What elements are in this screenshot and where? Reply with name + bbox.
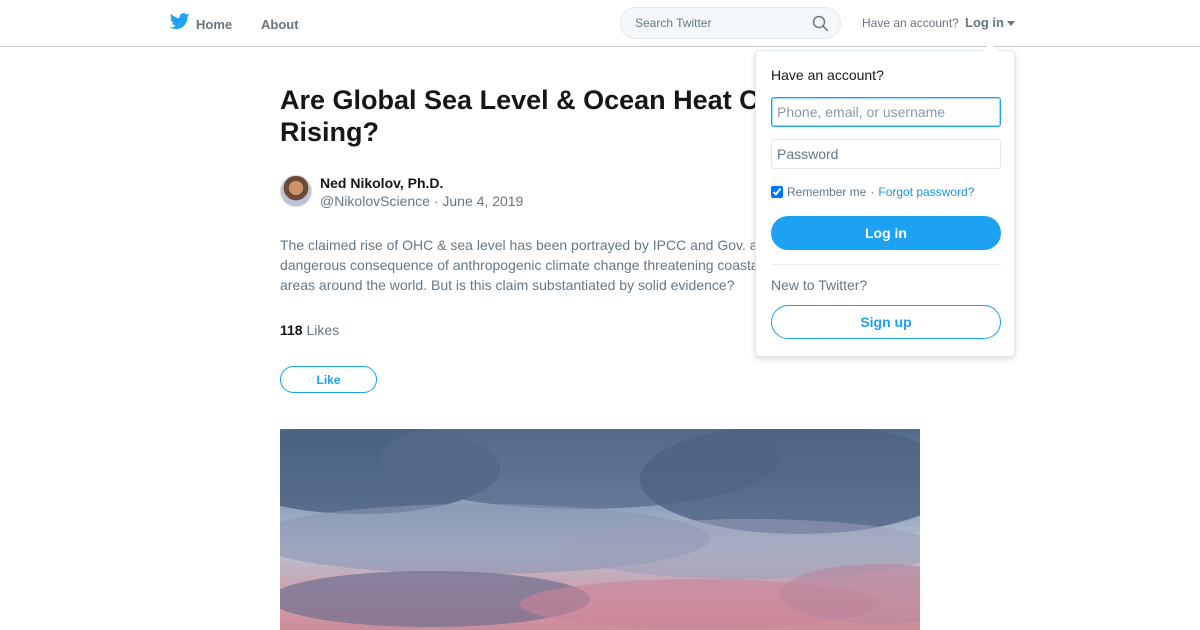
author-block: Ned Nikolov, Ph.D. @NikolovScience · Jun… — [280, 175, 523, 209]
login-dropdown: Have an account? Remember me · Forgot pa… — [755, 43, 1015, 357]
forgot-password-link[interactable]: Forgot password? — [878, 185, 974, 199]
nav-home-label: Home — [196, 16, 233, 32]
login-menu-label: Log in — [965, 15, 1004, 30]
remember-me-label[interactable]: Remember me — [787, 185, 866, 199]
login-button[interactable]: Log in — [771, 216, 1001, 250]
like-button[interactable]: Like — [280, 366, 377, 393]
nav-about-label: About — [261, 16, 299, 32]
nav-home[interactable]: Home — [169, 13, 233, 35]
top-nav-bar: Home About Have an account? Log in — [0, 0, 1200, 47]
author-text: Ned Nikolov, Ph.D. @NikolovScience · Jun… — [320, 175, 523, 209]
article-body: The claimed rise of OHC & sea level has … — [280, 237, 777, 293]
nav-about[interactable]: About — [261, 13, 299, 35]
username-field[interactable] — [771, 97, 1001, 127]
dropdown-heading: Have an account? — [771, 67, 884, 83]
new-to-twitter-text: New to Twitter? — [771, 277, 868, 293]
search-input[interactable] — [633, 15, 803, 31]
search-icon[interactable] — [812, 15, 829, 37]
author-name[interactable]: Ned Nikolov, Ph.D. — [320, 175, 523, 192]
search-box — [620, 7, 841, 39]
likes-number: 118 — [280, 322, 303, 338]
login-menu-toggle[interactable]: Log in — [965, 15, 1015, 30]
caret-down-icon — [1007, 21, 1015, 26]
article-cover-image — [280, 429, 920, 630]
remember-separator: · — [870, 185, 875, 199]
likes-label: Likes — [306, 322, 340, 338]
twitter-bird-icon — [169, 13, 190, 35]
likes-count: 118 Likes — [280, 322, 339, 338]
have-account-text: Have an account? — [862, 16, 959, 30]
cloud-sky-image — [280, 429, 920, 629]
signup-button[interactable]: Sign up — [771, 305, 1001, 339]
avatar[interactable] — [280, 175, 312, 207]
dropdown-divider — [771, 264, 1001, 265]
remember-row: Remember me · Forgot password? — [771, 185, 974, 199]
dropdown-arrow — [982, 43, 998, 51]
author-handle[interactable]: @NikolovScience — [320, 193, 430, 209]
password-field[interactable] — [771, 139, 1001, 169]
publish-date: June 4, 2019 — [442, 193, 524, 209]
meta-separator: · — [433, 193, 439, 209]
author-meta: @NikolovScience · June 4, 2019 — [320, 192, 523, 210]
remember-me-checkbox[interactable] — [771, 186, 783, 198]
